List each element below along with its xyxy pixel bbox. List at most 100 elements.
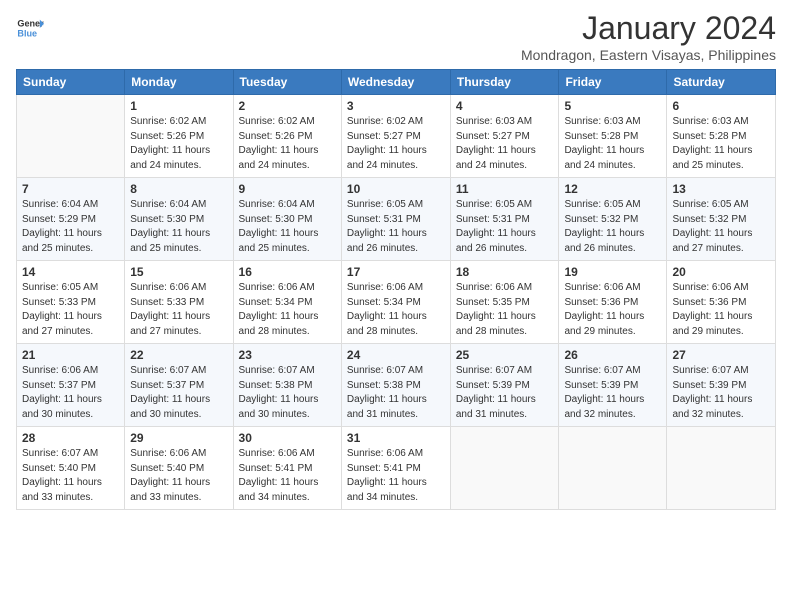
calendar-cell: 23 Sunrise: 6:07 AMSunset: 5:38 PMDayligh… [233, 344, 341, 427]
day-info: Sunrise: 6:02 AMSunset: 5:26 PMDaylight:… [239, 115, 336, 173]
weekday-header-thursday: Thursday [450, 70, 559, 95]
day-number: 15 [130, 265, 227, 279]
weekday-header-sunday: Sunday [17, 70, 125, 95]
day-number: 25 [456, 348, 554, 362]
day-info: Sunrise: 6:06 AMSunset: 5:35 PMDaylight:… [456, 281, 554, 339]
day-number: 2 [239, 99, 336, 113]
day-info: Sunrise: 6:07 AMSunset: 5:38 PMDaylight:… [239, 364, 336, 422]
calendar-week-4: 21 Sunrise: 6:06 AMSunset: 5:37 PMDayligh… [17, 344, 776, 427]
day-info: Sunrise: 6:07 AMSunset: 5:37 PMDaylight:… [130, 364, 227, 422]
day-number: 10 [347, 182, 445, 196]
day-number: 6 [672, 99, 770, 113]
calendar-cell: 7 Sunrise: 6:04 AMSunset: 5:29 PMDaylight… [17, 178, 125, 261]
weekday-header-friday: Friday [559, 70, 667, 95]
calendar-cell: 13 Sunrise: 6:05 AMSunset: 5:32 PMDayligh… [667, 178, 776, 261]
calendar-week-3: 14Sunrise: 6:05 AMSunset: 5:33 PMDayligh… [17, 261, 776, 344]
day-number: 27 [672, 348, 770, 362]
day-number: 29 [130, 431, 227, 445]
calendar-cell: 26 Sunrise: 6:07 AMSunset: 5:39 PMDayligh… [559, 344, 667, 427]
day-number: 4 [456, 99, 554, 113]
day-number: 3 [347, 99, 445, 113]
page-header: General Blue January 2024 Mondragon, Eas… [16, 10, 776, 63]
calendar-cell: 19Sunrise: 6:06 AMSunset: 5:36 PMDayligh… [559, 261, 667, 344]
calendar-cell: 5 Sunrise: 6:03 AMSunset: 5:28 PMDaylight… [559, 95, 667, 178]
day-info: Sunrise: 6:07 AMSunset: 5:39 PMDaylight:… [456, 364, 554, 422]
calendar-week-1: 1Sunrise: 6:02 AMSunset: 5:26 PMDaylight… [17, 95, 776, 178]
day-number: 12 [564, 182, 661, 196]
day-number: 5 [564, 99, 661, 113]
day-info: Sunrise: 6:06 AMSunset: 5:33 PMDaylight:… [130, 281, 227, 339]
calendar-cell [667, 427, 776, 510]
calendar-cell: 27 Sunrise: 6:07 AMSunset: 5:39 PMDayligh… [667, 344, 776, 427]
day-info: Sunrise: 6:07 AMSunset: 5:40 PMDaylight:… [22, 447, 119, 505]
day-info: Sunrise: 6:07 AMSunset: 5:39 PMDaylight:… [564, 364, 661, 422]
day-info: Sunrise: 6:06 AMSunset: 5:34 PMDaylight:… [239, 281, 336, 339]
calendar-cell: 11Sunrise: 6:05 AMSunset: 5:31 PMDayligh… [450, 178, 559, 261]
day-info: Sunrise: 6:03 AMSunset: 5:28 PMDaylight:… [564, 115, 661, 173]
day-info: Sunrise: 6:06 AMSunset: 5:37 PMDaylight:… [22, 364, 119, 422]
location: Mondragon, Eastern Visayas, Philippines [521, 47, 776, 63]
day-info: Sunrise: 6:07 AMSunset: 5:38 PMDaylight:… [347, 364, 445, 422]
day-info: Sunrise: 6:06 AMSunset: 5:40 PMDaylight:… [130, 447, 227, 505]
day-info: Sunrise: 6:05 AMSunset: 5:32 PMDaylight:… [564, 198, 661, 256]
day-number: 26 [564, 348, 661, 362]
calendar-cell: 21 Sunrise: 6:06 AMSunset: 5:37 PMDayligh… [17, 344, 125, 427]
weekday-header-wednesday: Wednesday [341, 70, 450, 95]
day-info: Sunrise: 6:07 AMSunset: 5:39 PMDaylight:… [672, 364, 770, 422]
calendar-cell: 9 Sunrise: 6:04 AMSunset: 5:30 PMDaylight… [233, 178, 341, 261]
day-info: Sunrise: 6:05 AMSunset: 5:31 PMDaylight:… [347, 198, 445, 256]
day-number: 24 [347, 348, 445, 362]
day-info: Sunrise: 6:06 AMSunset: 5:41 PMDaylight:… [347, 447, 445, 505]
calendar-week-5: 28 Sunrise: 6:07 AMSunset: 5:40 PMDayligh… [17, 427, 776, 510]
day-info: Sunrise: 6:06 AMSunset: 5:36 PMDaylight:… [672, 281, 770, 339]
day-number: 7 [22, 182, 119, 196]
calendar-cell: 29 Sunrise: 6:06 AMSunset: 5:40 PMDayligh… [125, 427, 233, 510]
weekday-header-saturday: Saturday [667, 70, 776, 95]
calendar-cell: 8 Sunrise: 6:04 AMSunset: 5:30 PMDaylight… [125, 178, 233, 261]
day-info: Sunrise: 6:05 AMSunset: 5:32 PMDaylight:… [672, 198, 770, 256]
calendar-cell: 18 Sunrise: 6:06 AMSunset: 5:35 PMDayligh… [450, 261, 559, 344]
calendar-cell: 16 Sunrise: 6:06 AMSunset: 5:34 PMDayligh… [233, 261, 341, 344]
logo: General Blue [16, 14, 44, 42]
day-number: 20 [672, 265, 770, 279]
day-number: 22 [130, 348, 227, 362]
day-info: Sunrise: 6:02 AMSunset: 5:27 PMDaylight:… [347, 115, 445, 173]
day-info: Sunrise: 6:05 AMSunset: 5:33 PMDaylight:… [22, 281, 119, 339]
day-number: 31 [347, 431, 445, 445]
calendar-cell: 15 Sunrise: 6:06 AMSunset: 5:33 PMDayligh… [125, 261, 233, 344]
day-info: Sunrise: 6:02 AMSunset: 5:26 PMDaylight:… [130, 115, 227, 173]
day-number: 8 [130, 182, 227, 196]
calendar-table: SundayMondayTuesdayWednesdayThursdayFrid… [16, 69, 776, 510]
logo-icon: General Blue [16, 14, 44, 42]
day-number: 13 [672, 182, 770, 196]
weekday-header-row: SundayMondayTuesdayWednesdayThursdayFrid… [17, 70, 776, 95]
calendar-cell: 14Sunrise: 6:05 AMSunset: 5:33 PMDayligh… [17, 261, 125, 344]
calendar-cell: 24 Sunrise: 6:07 AMSunset: 5:38 PMDayligh… [341, 344, 450, 427]
day-info: Sunrise: 6:06 AMSunset: 5:41 PMDaylight:… [239, 447, 336, 505]
calendar-cell [559, 427, 667, 510]
calendar-cell: 22 Sunrise: 6:07 AMSunset: 5:37 PMDayligh… [125, 344, 233, 427]
calendar-cell: 30 Sunrise: 6:06 AMSunset: 5:41 PMDayligh… [233, 427, 341, 510]
calendar-cell: 17Sunrise: 6:06 AMSunset: 5:34 PMDayligh… [341, 261, 450, 344]
calendar-cell: 31 Sunrise: 6:06 AMSunset: 5:41 PMDayligh… [341, 427, 450, 510]
day-number: 21 [22, 348, 119, 362]
weekday-header-monday: Monday [125, 70, 233, 95]
day-number: 28 [22, 431, 119, 445]
day-number: 23 [239, 348, 336, 362]
calendar-cell: 6 Sunrise: 6:03 AMSunset: 5:28 PMDaylight… [667, 95, 776, 178]
day-info: Sunrise: 6:04 AMSunset: 5:30 PMDaylight:… [130, 198, 227, 256]
calendar-cell [17, 95, 125, 178]
calendar-cell: 3 Sunrise: 6:02 AMSunset: 5:27 PMDaylight… [341, 95, 450, 178]
day-info: Sunrise: 6:04 AMSunset: 5:29 PMDaylight:… [22, 198, 119, 256]
calendar-cell: 2 Sunrise: 6:02 AMSunset: 5:26 PMDaylight… [233, 95, 341, 178]
day-number: 30 [239, 431, 336, 445]
day-info: Sunrise: 6:04 AMSunset: 5:30 PMDaylight:… [239, 198, 336, 256]
day-info: Sunrise: 6:05 AMSunset: 5:31 PMDaylight:… [456, 198, 554, 256]
day-number: 19 [564, 265, 661, 279]
calendar-cell: 20 Sunrise: 6:06 AMSunset: 5:36 PMDayligh… [667, 261, 776, 344]
calendar-cell [450, 427, 559, 510]
day-number: 9 [239, 182, 336, 196]
day-info: Sunrise: 6:03 AMSunset: 5:28 PMDaylight:… [672, 115, 770, 173]
day-number: 18 [456, 265, 554, 279]
day-number: 16 [239, 265, 336, 279]
